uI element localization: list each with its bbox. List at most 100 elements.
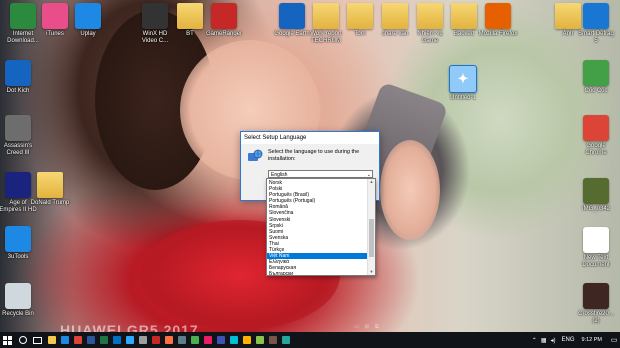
desktop-icon-right-5[interactable]: Crossfire20... (2) [576,283,616,325]
coccoc-icon [583,60,609,86]
language-dropdown-list[interactable]: Norsk Polski Português (Brasil) Português (… [266,178,376,276]
taskbar-app-14[interactable] [227,332,240,348]
taskbar-app-12[interactable] [201,332,214,348]
network-icon[interactable]: ▦ [541,337,547,344]
app-icon [151,336,160,344]
desktop-icon-top-5[interactable]: GameRanger [204,3,244,38]
app-icon [255,336,264,344]
image-icon [583,178,609,204]
desktop-icon-label: Cốc Cốc [584,88,608,94]
desktop-icon-top-9[interactable]: share văn [375,3,415,38]
desktop-icon-left-5[interactable]: Recycle Bin [0,283,38,318]
input-language[interactable]: ENG [562,337,575,343]
taskbar-app-10[interactable] [175,332,188,348]
desktop-icon-label: Crossfire20... (2) [578,311,614,324]
desktop-icon-right-0[interactable]: Smart Defrag 5 [576,3,616,45]
desktop-icon-label: Assassin's Creed III [3,143,33,156]
desktop-icon-top-2[interactable]: Uplay [68,3,108,38]
taskbar-app-6[interactable] [123,332,136,348]
taskbar-app-0[interactable] [45,332,58,348]
taskbar-app-11[interactable] [188,332,201,348]
taskbar-app-2[interactable] [71,332,84,348]
search-icon [18,336,27,344]
language-option[interactable]: Български [267,271,367,275]
desktop-icon-right-3[interactable]: IMG_0342 [576,178,616,213]
assassins-creed-icon [5,115,31,141]
desktop-icon-label: Dot Kich [6,88,30,94]
taskbar-app-15[interactable] [240,332,253,348]
taskbar-app-4[interactable] [97,332,110,348]
folder-icon [177,3,203,29]
taskbar-app-17[interactable] [266,332,279,348]
desktop-icon-top-8[interactable]: Tom [340,3,380,38]
file-explorer-icon [47,336,56,344]
desktop-icon-label: 3uTools [7,254,29,260]
scroll-up-icon[interactable]: ▲ [368,179,375,185]
task-view-button[interactable] [30,332,45,348]
idm-icon [10,3,36,29]
desktop-icon-top-12[interactable]: Mozilla Firefox [478,3,518,38]
desktop-icon-right-1[interactable]: Cốc Cốc [576,60,616,95]
itunes-icon [42,3,68,29]
desktop-icon-label: Smart Defrag 5 [578,31,614,44]
dotkich-icon [5,60,31,86]
desktop-icon-left-0[interactable]: Dot Kich [0,60,38,95]
taskbar-app-3[interactable] [84,332,97,348]
taskbar-app-7[interactable] [136,332,149,348]
desktop-icon-right-2[interactable]: Google Chrome [576,115,616,157]
notifications-icon[interactable]: ▭ [608,332,620,348]
scrollbar-thumb[interactable] [369,219,374,257]
taskbar-app-9[interactable] [162,332,175,348]
dropdown-scrollbar[interactable]: ▲ ▼ [367,179,375,275]
word-icon [86,336,95,344]
desktop-icon-label: Uplay [80,31,96,37]
desktop-icon-top-3[interactable]: WinX HD Video C... [135,3,175,45]
firefox-icon [485,3,511,29]
app-icon [203,336,212,344]
chrome-icon [583,115,609,141]
desktop-icon-label: New Text Document [582,255,610,268]
photoshop-icon [125,336,134,344]
task-view-icon [33,336,42,344]
desktop-icon-label: Google Chrome [585,143,607,156]
language-select[interactable]: English ⌄ [268,170,373,178]
desktop-icon-label: GameRanger [205,31,243,37]
app-icon [229,336,238,344]
dialog-prompt: Select the language to use during the in… [268,149,360,162]
system-tray: ⌃ ▦ ◂) ENG 9:12 PM ▭ [530,332,620,348]
desktop-icon-left-4[interactable]: 3uTools [0,226,38,261]
folder-icon [451,3,477,29]
setup-globe-icon [247,149,263,163]
taskbar: ⌃ ▦ ◂) ENG 9:12 PM ▭ [0,332,620,348]
start-button[interactable] [0,332,15,348]
desktop-icon-left-1[interactable]: Assassin's Creed III [0,115,38,157]
aoe-icon [5,172,31,198]
shortcut-icon: ✦ [449,65,477,93]
edge-icon [60,336,69,344]
scroll-down-icon[interactable]: ▼ [368,269,375,275]
chrome-taskbar-icon [73,336,82,344]
winx-icon [142,3,168,29]
desktop-icon-untitled[interactable]: ✦ Untitled-1 [443,65,483,102]
app-icon [216,336,225,344]
taskbar-app-1[interactable] [58,332,71,348]
folder-icon [37,172,63,198]
desktop-icon-label: Recycle Bin [2,311,34,317]
taskbar-app-16[interactable] [253,332,266,348]
clock[interactable]: 9:12 PM [582,337,602,343]
folder-icon [313,3,339,29]
taskbar-app-5[interactable] [110,332,123,348]
crossfire-icon [583,283,609,309]
desktop-icon-right-4[interactable]: New Text Document [576,227,616,269]
taskbar-app-13[interactable] [214,332,227,348]
excel-icon [99,336,108,344]
chevron-up-icon[interactable]: ⌃ [532,337,537,344]
taskbar-app-18[interactable] [279,332,292,348]
taskbar-app-8[interactable] [149,332,162,348]
smart-defrag-icon [583,3,609,29]
desktop-icon-label: IMG_0342 [581,206,611,212]
volume-icon[interactable]: ◂) [550,337,555,344]
search-button[interactable] [15,332,30,348]
folder-icon [347,3,373,29]
desktop-icon-left-3[interactable]: DoNald Trump [30,172,70,207]
